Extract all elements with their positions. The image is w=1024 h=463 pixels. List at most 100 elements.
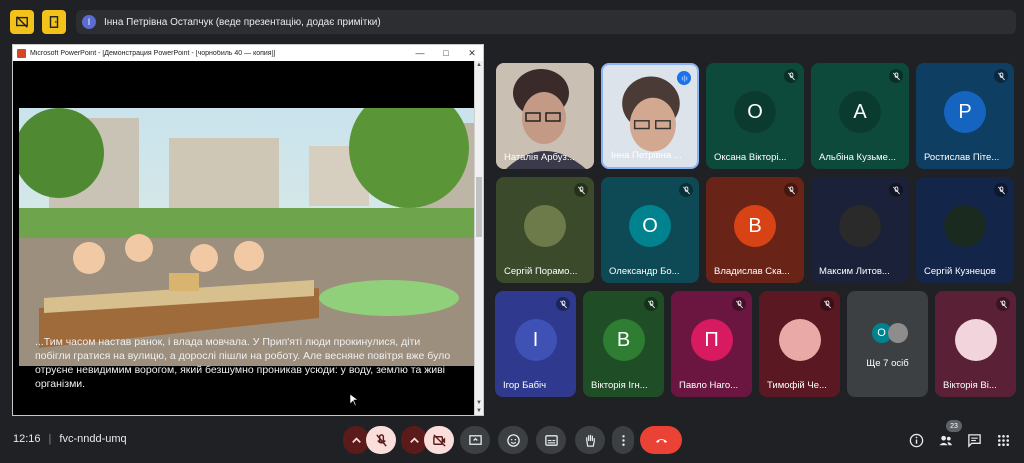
meeting-code: fvc-nndd-umq [59, 433, 127, 445]
ppt-window-title: Microsoft PowerPoint - [Демонстрация Pow… [30, 49, 276, 57]
bottom-bar: 12:16 | fvc-nndd-umq [0, 420, 1024, 463]
mic-off-icon [784, 183, 798, 197]
participant-tile[interactable]: В Вікторія Ігн... [583, 291, 664, 397]
participant-name: Тимофій Че... [767, 380, 827, 391]
participant-tile[interactable]: Максим Литов... [811, 177, 909, 283]
participant-avatar-photo [887, 323, 908, 343]
participant-tile[interactable]: Вікторія Ві... [935, 291, 1016, 397]
mic-toggle-button[interactable] [366, 426, 396, 454]
mic-off-icon [556, 297, 570, 311]
chat-button[interactable] [966, 432, 982, 448]
participant-avatar: О [629, 205, 671, 247]
meeting-info: 12:16 | fvc-nndd-umq [13, 433, 127, 445]
separator: | [48, 433, 52, 445]
end-call-button[interactable] [640, 426, 682, 454]
present-off-icon [16, 16, 28, 28]
apps-grid-icon [997, 434, 1009, 446]
ppt-titlebar: Microsoft PowerPoint - [Демонстрация Pow… [13, 45, 483, 61]
participant-tile[interactable]: Р Ростислав Піте... [916, 63, 1014, 169]
scroll-thumb[interactable] [476, 177, 482, 237]
participant-tile[interactable]: О Ще 7 осіб [847, 291, 928, 397]
participant-tile[interactable]: Наталія Арбуз... [496, 63, 594, 169]
minimize-button[interactable]: — [409, 45, 431, 61]
participant-name: Ігор Бабіч [503, 380, 547, 391]
participant-avatar: І [514, 319, 557, 361]
participant-avatar: П [690, 319, 733, 361]
activities-button[interactable] [995, 432, 1011, 448]
participant-tile[interactable]: Сергій Кузнецов [916, 177, 1014, 283]
mic-off-icon [644, 297, 658, 311]
meeting-details-button[interactable] [908, 432, 924, 448]
participant-name: Ще 7 осіб [866, 358, 909, 369]
participant-name: Альбіна Кузьме... [819, 152, 896, 163]
participant-tile[interactable]: А Альбіна Кузьме... [811, 63, 909, 169]
presenter-bar: І Інна Петрівна Остапчук (веде презентац… [76, 10, 1016, 34]
participant-name: Інна Петрівна ... [611, 150, 682, 161]
people-icon [938, 435, 952, 445]
presenter-avatar: І [82, 15, 96, 29]
exit-presentation-button[interactable] [42, 10, 66, 34]
reactions-button[interactable] [498, 426, 528, 454]
participant-name: Вікторія Ві... [943, 380, 997, 391]
mic-off-icon [574, 183, 588, 197]
presentation-off-button[interactable] [10, 10, 34, 34]
scroll-down-icon[interactable]: ▼ [475, 399, 483, 407]
maximize-button[interactable]: □ [435, 45, 457, 61]
participant-tile[interactable]: П Павло Наго... [671, 291, 752, 397]
participant-tile[interactable]: Тимофій Че... [759, 291, 840, 397]
participant-tile[interactable]: Інна Петрівна ... [601, 63, 699, 169]
slide-area: ...Тим часом настав ранок, і влада мовча… [13, 61, 475, 415]
participant-tile[interactable]: В Владислав Ска... [706, 177, 804, 283]
mic-off-icon [994, 183, 1008, 197]
mic-off-icon [889, 69, 903, 83]
powerpoint-window: Microsoft PowerPoint - [Демонстрация Pow… [12, 44, 484, 416]
chat-icon [967, 433, 981, 448]
participant-avatar [524, 205, 566, 247]
captions-icon [544, 434, 558, 446]
participant-tile[interactable]: І Ігор Бабіч [495, 291, 576, 397]
mic-off-icon [994, 69, 1008, 83]
raise-hand-button[interactable] [575, 426, 605, 454]
participant-avatar [944, 205, 986, 247]
present-screen-button[interactable] [460, 426, 490, 454]
slide-illustration [19, 108, 475, 366]
speaking-indicator-icon [677, 71, 691, 85]
captions-button[interactable] [536, 426, 566, 454]
participant-avatar: В [734, 205, 776, 247]
mic-off-icon [375, 433, 387, 447]
participant-name: Наталія Арбуз... [504, 152, 575, 163]
phone-hangup-icon [655, 438, 667, 443]
participant-name: Вікторія Ігн... [591, 380, 648, 391]
scroll-down-end-icon[interactable]: ▼ [475, 407, 483, 415]
people-button[interactable] [937, 432, 953, 448]
participant-tile[interactable]: О Олександр Бо... [601, 177, 699, 283]
hand-icon [585, 434, 595, 447]
chevron-up-icon [409, 436, 419, 443]
participant-avatar: В [602, 319, 645, 361]
mic-off-icon [996, 297, 1010, 311]
participant-name: Сергій Кузнецов [924, 266, 996, 277]
chevron-up-icon [351, 436, 361, 443]
participant-avatar: О [734, 91, 776, 133]
participant-name: Оксана Вікторі... [714, 152, 787, 163]
participant-tile[interactable]: Сергій Порамо... [496, 177, 594, 283]
more-options-button[interactable] [612, 426, 634, 454]
mic-off-icon [784, 69, 798, 83]
participant-name: Владислав Ска... [714, 266, 790, 277]
participant-name: Ростислав Піте... [924, 152, 1000, 163]
present-icon [468, 434, 482, 445]
scroll-up-icon[interactable]: ▲ [475, 61, 483, 69]
camera-toggle-button[interactable] [424, 426, 454, 454]
clock-time: 12:16 [13, 433, 41, 445]
mic-off-icon [679, 183, 693, 197]
ppt-scrollbar[interactable]: ▲ ▼ ▼ [474, 61, 483, 415]
mouse-cursor-icon [350, 394, 358, 406]
presenter-label: Інна Петрівна Остапчук (веде презентацію… [104, 16, 381, 28]
participant-avatar [839, 205, 881, 247]
close-button[interactable]: ✕ [461, 45, 483, 61]
participant-name: Максим Литов... [819, 266, 890, 277]
participant-tile[interactable]: О Оксана Вікторі... [706, 63, 804, 169]
participant-name: Сергій Порамо... [504, 266, 578, 277]
participant-avatar [954, 319, 997, 361]
mic-off-icon [820, 297, 834, 311]
